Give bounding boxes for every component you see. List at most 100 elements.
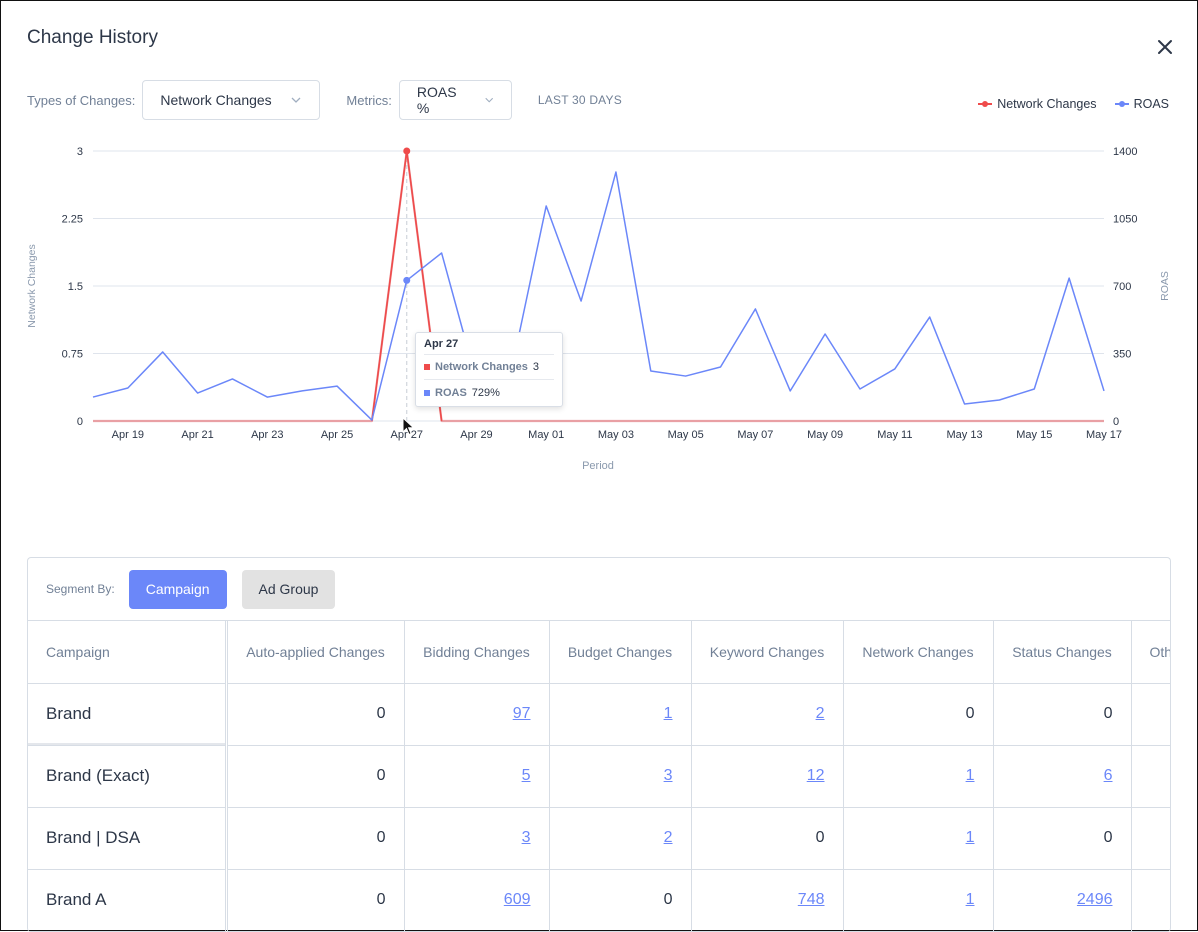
x-tick-label: May 09	[807, 429, 843, 441]
change-count-link[interactable]: 5	[522, 767, 531, 784]
changes-table: Campaign Auto-applied Changes Bidding Ch…	[28, 621, 1170, 932]
table-row: Brand | DSA 0 3 2 0 1 0	[28, 807, 1170, 870]
column-header-budget[interactable]: Budget Changes	[549, 621, 692, 684]
chart-legend: Network Changes ROAS	[960, 97, 1169, 111]
x-tick-label: May 07	[737, 429, 773, 441]
table-cell: 0	[226, 683, 405, 746]
change-count-link[interactable]: 2496	[1077, 891, 1113, 908]
campaign-name-cell: Brand (Exact)	[28, 745, 228, 808]
change-count-link[interactable]: 3	[522, 829, 531, 846]
legend-label: ROAS	[1133, 97, 1169, 111]
chevron-down-icon	[291, 97, 301, 103]
table-cell: 0	[549, 869, 692, 932]
y-left-axis-title: Network Changes	[26, 244, 38, 327]
legend-item-roas[interactable]: ROAS	[1114, 97, 1169, 111]
column-header-other[interactable]: Oth	[1131, 621, 1170, 684]
table-row: Brand A 0 609 0 748 1 2496	[28, 869, 1170, 932]
filters-bar: Types of Changes: Network Changes Metric…	[27, 80, 622, 120]
segment-by-label: Segment By:	[46, 582, 115, 596]
column-header-keyword[interactable]: Keyword Changes	[691, 621, 844, 684]
change-count-link[interactable]: 97	[513, 705, 531, 722]
column-header-network[interactable]: Network Changes	[843, 621, 994, 684]
y-right-tick-label: 0	[1113, 416, 1119, 428]
change-count-value: 0	[1103, 705, 1113, 722]
data-point	[403, 147, 411, 155]
segment-bar: Segment By: Campaign Ad Group	[28, 558, 1170, 621]
campaign-name-cell: Brand A	[28, 869, 228, 932]
change-count-link[interactable]: 6	[1104, 767, 1113, 784]
table-cell: 1	[843, 807, 994, 870]
change-count-link[interactable]: 3	[664, 767, 673, 784]
column-header-bidding[interactable]: Bidding Changes	[404, 621, 550, 684]
x-tick-label: May 05	[668, 429, 704, 441]
tooltip-series-name: Network Changes	[435, 361, 528, 373]
close-icon[interactable]	[1153, 35, 1177, 59]
y-left-tick-label: 3	[77, 146, 83, 158]
y-right-tick-label: 700	[1113, 281, 1131, 293]
types-of-changes-value: Network Changes	[160, 92, 272, 108]
table-cell: 0	[226, 745, 405, 808]
x-tick-label: May 11	[877, 429, 912, 441]
tooltip-row-network-changes: Network Changes 3	[424, 355, 554, 380]
segment-campaign-button[interactable]: Campaign	[128, 569, 227, 609]
change-count-link[interactable]: 1	[664, 705, 673, 722]
change-count-value: 0	[663, 891, 673, 908]
metrics-value: ROAS %	[416, 84, 457, 116]
types-of-changes-select[interactable]: Network Changes	[142, 80, 321, 120]
y-right-axis-title: ROAS	[1159, 271, 1171, 301]
mouse-pointer-icon	[402, 417, 415, 436]
column-header-auto-applied[interactable]: Auto-applied Changes	[226, 621, 405, 684]
column-header-campaign[interactable]: Campaign	[28, 621, 228, 684]
square-icon	[424, 364, 430, 370]
y-left-tick-label: 1.5	[68, 281, 83, 293]
column-header-status[interactable]: Status Changes	[993, 621, 1132, 684]
change-count-link[interactable]: 2	[816, 705, 825, 722]
x-tick-label: May 15	[1016, 429, 1052, 441]
metrics-select[interactable]: ROAS %	[398, 80, 512, 120]
table-row: Brand 0 97 1 2 0 0	[28, 683, 1170, 746]
segment-ad-group-button[interactable]: Ad Group	[241, 569, 336, 609]
change-count-link[interactable]: 1	[966, 829, 975, 846]
tooltip-row-roas: ROAS 729%	[424, 380, 554, 405]
table-cell: 12	[691, 745, 844, 808]
table-cell: 2	[691, 683, 844, 746]
y-left-tick-label: 2.25	[62, 214, 83, 226]
change-count-link[interactable]: 748	[798, 891, 825, 908]
table-cell: 1	[549, 683, 692, 746]
table-cell: 3	[549, 745, 692, 808]
y-right-tick-label: 1050	[1113, 214, 1137, 226]
tooltip-series-value: 3	[532, 361, 540, 373]
table-cell: 0	[226, 869, 405, 932]
change-count-value: 0	[376, 705, 386, 722]
x-tick-label: Apr 25	[321, 429, 353, 441]
legend-swatch-icon	[978, 100, 993, 108]
x-tick-label: Apr 19	[112, 429, 144, 441]
tooltip-series-value: 729%	[471, 386, 500, 399]
change-count-link[interactable]: 1	[966, 891, 975, 908]
metrics-label: Metrics:	[346, 92, 392, 108]
chevron-down-icon	[484, 97, 493, 103]
data-point	[403, 276, 411, 284]
change-count-link[interactable]: 609	[504, 891, 531, 908]
legend-item-network-changes[interactable]: Network Changes	[978, 97, 1097, 111]
table-cell: 609	[404, 869, 550, 932]
y-right-tick-label: 350	[1113, 349, 1131, 361]
legend-swatch-icon	[1114, 100, 1129, 108]
change-count-value: 0	[376, 829, 386, 846]
table-cell: 0	[993, 683, 1132, 746]
table-cell: 5	[404, 745, 550, 808]
change-count-link[interactable]: 2	[664, 829, 673, 846]
change-count-link[interactable]: 12	[807, 767, 825, 784]
table-cell: 2	[549, 807, 692, 870]
change-count-link[interactable]: 1	[966, 767, 975, 784]
table-cell: 0	[691, 807, 844, 870]
table-cell: 748	[691, 869, 844, 932]
changes-table-card: Segment By: Campaign Ad Group Campaign A…	[27, 557, 1171, 932]
campaign-name-cell: Brand	[28, 683, 228, 746]
x-tick-label: May 13	[947, 429, 983, 441]
x-tick-label: Apr 29	[460, 429, 492, 441]
x-tick-label: May 17	[1086, 429, 1122, 441]
table-cell: 1	[843, 869, 994, 932]
table-cell: 0	[993, 807, 1132, 870]
table-cell: 1	[843, 745, 994, 808]
